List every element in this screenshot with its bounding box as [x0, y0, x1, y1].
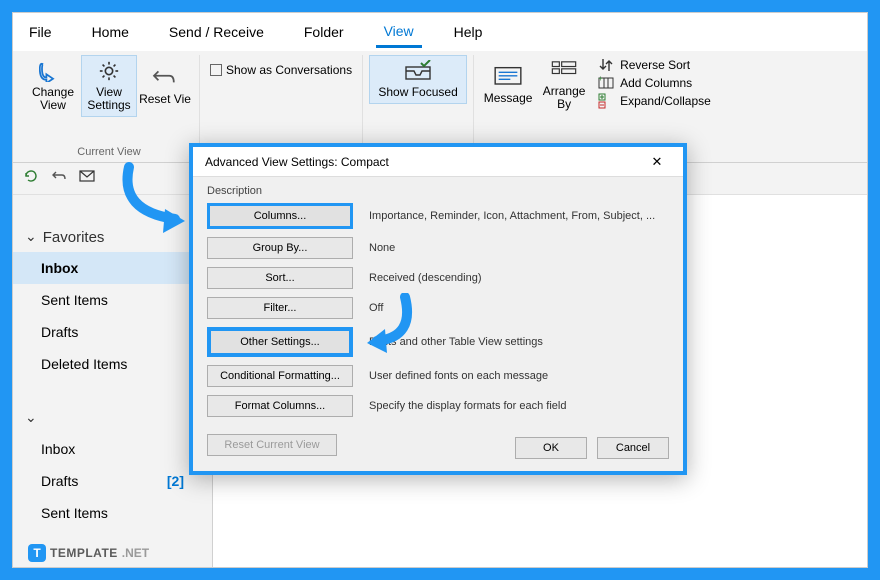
expand-collapse-button[interactable]: Expand/Collapse	[596, 93, 711, 109]
sort-description: Received (descending)	[369, 272, 669, 284]
reset-view-button[interactable]: Reset Vie	[137, 55, 193, 117]
conditional-formatting-description: User defined fonts on each message	[369, 370, 669, 382]
filter-button[interactable]: Filter...	[207, 297, 353, 319]
nav-drafts[interactable]: Drafts	[13, 316, 212, 348]
group-by-button[interactable]: Group By...	[207, 237, 353, 259]
columns-description: Importance, Reminder, Icon, Attachment, …	[369, 210, 669, 222]
conditional-formatting-button[interactable]: Conditional Formatting...	[207, 365, 353, 387]
refresh-icon[interactable]	[23, 168, 39, 189]
cancel-button[interactable]: Cancel	[597, 437, 669, 459]
nav-drafts-2[interactable]: Drafts [2]	[13, 465, 212, 497]
checkbox-icon	[210, 64, 222, 76]
nav-deleted-items[interactable]: Deleted Items	[13, 348, 212, 380]
svg-text:+: +	[598, 75, 603, 83]
favorites-header[interactable]: Favorites	[13, 223, 212, 252]
nav-sent-items[interactable]: Sent Items	[13, 284, 212, 316]
menu-home[interactable]: Home	[84, 18, 137, 46]
change-view-button[interactable]: Change View	[25, 55, 81, 117]
menu-view[interactable]: View	[376, 17, 422, 48]
reverse-sort-button[interactable]: Reverse Sort	[596, 57, 711, 73]
change-view-icon	[39, 60, 67, 82]
ribbon-group-current-view: Change View View Settings Reset Vie Curr…	[19, 55, 200, 162]
ok-button[interactable]: OK	[515, 437, 587, 459]
expand-collapse-icon	[596, 93, 616, 109]
show-as-conversations-checkbox[interactable]: Show as Conversations	[210, 63, 352, 77]
menu-send-receive[interactable]: Send / Receive	[161, 18, 272, 46]
format-columns-description: Specify the display formats for each fie…	[369, 400, 669, 412]
group-by-description: None	[369, 242, 669, 254]
nav-inbox[interactable]: Inbox	[13, 252, 212, 284]
inbox-check-icon	[404, 60, 432, 82]
ribbon-group-label: Current View	[77, 144, 140, 162]
navigation-pane: Favorites Inbox Sent Items Drafts Delete…	[13, 195, 213, 567]
add-columns-icon: +	[596, 75, 616, 91]
undo-icon	[151, 67, 179, 89]
message-icon	[494, 66, 522, 88]
menu-help[interactable]: Help	[446, 18, 491, 46]
other-settings-description: Fonts and other Table View settings	[369, 336, 669, 348]
arrange-icon	[550, 59, 578, 81]
reset-current-view-button[interactable]: Reset Current View	[207, 434, 337, 456]
menubar: File Home Send / Receive Folder View Hel…	[13, 13, 867, 51]
menu-file[interactable]: File	[21, 18, 60, 46]
format-columns-button[interactable]: Format Columns...	[207, 395, 353, 417]
account-header[interactable]	[13, 404, 212, 433]
gear-icon	[95, 60, 123, 82]
outlook-window: File Home Send / Receive Folder View Hel…	[12, 12, 868, 568]
filter-description: Off	[369, 302, 669, 314]
nav-sent-items-2[interactable]: Sent Items	[13, 497, 212, 529]
menu-folder[interactable]: Folder	[296, 18, 352, 46]
advanced-view-settings-dialog: Advanced View Settings: Compact ✕ Descri…	[189, 143, 687, 475]
dialog-section-label: Description	[207, 185, 669, 197]
view-settings-button[interactable]: View Settings	[81, 55, 137, 117]
dialog-titlebar: Advanced View Settings: Compact ✕	[193, 147, 683, 177]
close-button[interactable]: ✕	[641, 154, 673, 170]
columns-button[interactable]: Columns...	[207, 203, 353, 229]
message-preview-button[interactable]: Message	[480, 55, 536, 115]
arrange-by-button[interactable]: Arrange By	[536, 55, 592, 115]
sort-button[interactable]: Sort...	[207, 267, 353, 289]
nav-inbox-2[interactable]: Inbox	[13, 433, 212, 465]
watermark: T TEMPLATE.NET	[28, 544, 149, 562]
watermark-logo: T	[28, 544, 46, 562]
show-focused-button[interactable]: Show Focused	[369, 55, 467, 104]
add-columns-button[interactable]: + Add Columns	[596, 75, 711, 91]
dialog-title: Advanced View Settings: Compact	[205, 155, 389, 169]
undo-icon[interactable]	[51, 168, 67, 189]
drafts-count: [2]	[167, 473, 184, 489]
send-receive-icon[interactable]	[79, 168, 97, 189]
reverse-sort-icon	[596, 57, 616, 73]
other-settings-button[interactable]: Other Settings...	[207, 327, 353, 357]
